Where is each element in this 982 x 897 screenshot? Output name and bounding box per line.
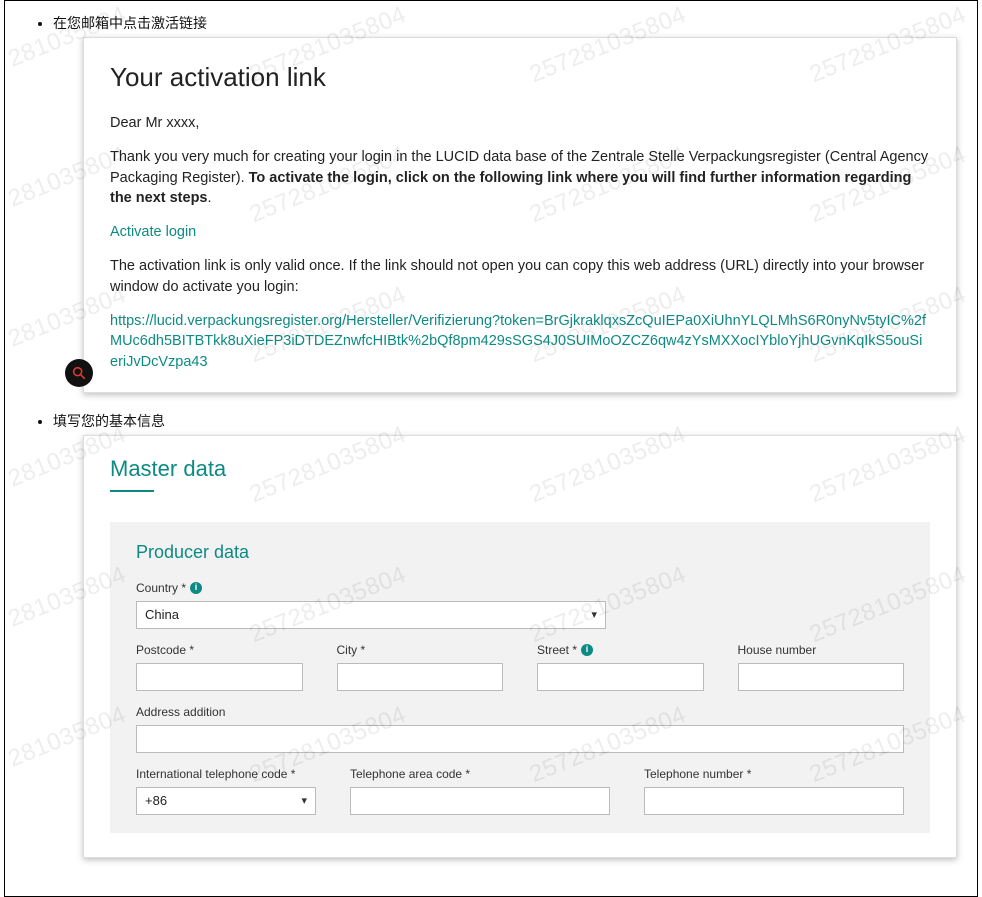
heading-underline	[110, 490, 154, 492]
email-body-post: .	[208, 190, 212, 206]
address-addition-input[interactable]	[136, 725, 904, 753]
info-icon[interactable]: i	[190, 582, 202, 594]
country-select[interactable]: China ▾	[136, 601, 606, 629]
city-label: City *	[337, 643, 504, 657]
email-validity-text: The activation link is only valid once. …	[110, 256, 930, 297]
postcode-input[interactable]	[136, 663, 303, 691]
magnify-icon	[65, 359, 93, 387]
intl-code-select[interactable]: +86 ▾	[136, 787, 316, 815]
master-data-heading: Master data	[110, 456, 930, 482]
house-number-label: House number	[738, 643, 905, 657]
master-data-card: Master data Producer data Country * i Ch…	[83, 435, 957, 858]
postcode-label: Postcode *	[136, 643, 303, 657]
caret-down-icon: ▾	[301, 794, 307, 807]
producer-data-panel: Producer data Country * i China ▾	[110, 522, 930, 833]
email-title: Your activation link	[110, 62, 930, 93]
phone-number-input[interactable]	[644, 787, 904, 815]
producer-data-title: Producer data	[136, 542, 904, 563]
step-basic-info: 填写您的基本信息 Master data Producer data Count…	[53, 411, 957, 858]
house-number-input[interactable]	[738, 663, 905, 691]
intl-code-label: International telephone code *	[136, 767, 316, 781]
area-code-label: Telephone area code *	[350, 767, 610, 781]
address-addition-label: Address addition	[136, 705, 904, 719]
activation-email-card: Your activation link Dear Mr xxxx, Thank…	[83, 37, 957, 393]
caret-down-icon: ▾	[591, 608, 597, 621]
city-input[interactable]	[337, 663, 504, 691]
activate-login-link[interactable]: Activate login	[110, 224, 196, 240]
step-label: 在您邮箱中点击激活链接	[53, 15, 207, 31]
area-code-input[interactable]	[350, 787, 610, 815]
step-label: 填写您的基本信息	[53, 413, 165, 429]
email-body: Thank you very much for creating your lo…	[110, 147, 930, 208]
country-label: Country * i	[136, 581, 606, 595]
street-input[interactable]	[537, 663, 704, 691]
phone-number-label: Telephone number *	[644, 767, 904, 781]
email-greeting: Dear Mr xxxx,	[110, 113, 930, 133]
step-activate-mail: 在您邮箱中点击激活链接 Your activation link Dear Mr…	[53, 13, 957, 393]
info-icon[interactable]: i	[581, 644, 593, 656]
street-label: Street * i	[537, 643, 704, 657]
activation-url-link[interactable]: https://lucid.verpackungsregister.org/He…	[110, 313, 926, 370]
